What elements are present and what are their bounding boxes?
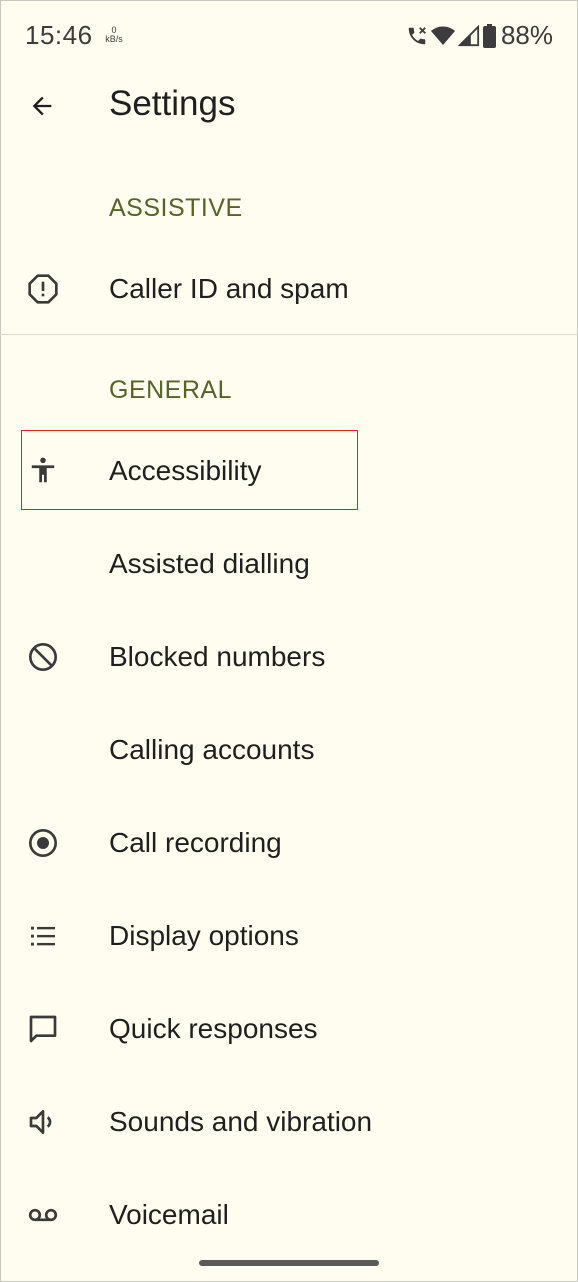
settings-item-label: Call recording bbox=[109, 826, 282, 858]
settings-item-call-recording[interactable]: Call recording bbox=[0, 796, 578, 889]
battery-level: 88% bbox=[500, 20, 553, 50]
app-bar: Settings bbox=[0, 72, 578, 138]
section-header-general: GENERAL bbox=[109, 376, 232, 404]
gesture-nav-handle[interactable] bbox=[199, 1260, 379, 1266]
status-bar: 15:46 0 kB/s 88% bbox=[0, 0, 578, 72]
settings-item-sounds-vibration[interactable]: Sounds and vibration bbox=[0, 1075, 578, 1168]
settings-item-caller-id[interactable]: Caller ID and spam bbox=[0, 242, 578, 335]
settings-item-label: Calling accounts bbox=[109, 733, 315, 765]
section-divider bbox=[0, 334, 578, 335]
settings-item-label: Sounds and vibration bbox=[109, 1105, 373, 1137]
settings-item-label: Voicemail bbox=[109, 1198, 229, 1230]
record-icon bbox=[27, 827, 59, 859]
settings-item-label: Caller ID and spam bbox=[109, 272, 349, 304]
chat-bubble-icon bbox=[27, 1013, 59, 1045]
alert-circle-icon bbox=[27, 273, 59, 305]
network-speed-unit: kB/s bbox=[105, 34, 123, 44]
section-header-assistive: ASSISTIVE bbox=[109, 194, 243, 222]
block-icon bbox=[27, 641, 59, 673]
volume-icon bbox=[27, 1106, 59, 1138]
settings-item-label: Blocked numbers bbox=[109, 640, 326, 672]
settings-item-blocked-numbers[interactable]: Blocked numbers bbox=[0, 610, 578, 703]
settings-item-voicemail[interactable]: Voicemail bbox=[0, 1168, 578, 1261]
back-button[interactable] bbox=[22, 86, 62, 126]
accessibility-person-icon bbox=[27, 455, 59, 487]
settings-item-label: Accessibility bbox=[109, 454, 262, 486]
wifi-icon bbox=[430, 25, 455, 47]
settings-item-quick-responses[interactable]: Quick responses bbox=[0, 982, 578, 1075]
settings-item-accessibility[interactable]: Accessibility bbox=[0, 424, 578, 517]
page-title: Settings bbox=[109, 84, 236, 123]
settings-item-calling-accounts[interactable]: Calling accounts bbox=[0, 703, 578, 796]
status-icons: 88% bbox=[406, 20, 553, 51]
settings-item-label: Quick responses bbox=[109, 1012, 318, 1044]
settings-item-assisted-dialling[interactable]: Assisted dialling bbox=[0, 517, 578, 610]
network-speed: 0 kB/s bbox=[103, 26, 125, 44]
wifi-calling-icon bbox=[406, 25, 428, 47]
voicemail-icon bbox=[27, 1199, 59, 1231]
settings-item-label: Assisted dialling bbox=[109, 547, 310, 579]
settings-item-label: Display options bbox=[109, 919, 299, 951]
battery-icon bbox=[482, 23, 496, 48]
signal-icon bbox=[457, 24, 480, 47]
list-icon bbox=[27, 920, 59, 952]
settings-item-display-options[interactable]: Display options bbox=[0, 889, 578, 982]
arrow-back-icon bbox=[32, 96, 52, 116]
status-time: 15:46 bbox=[25, 20, 93, 50]
